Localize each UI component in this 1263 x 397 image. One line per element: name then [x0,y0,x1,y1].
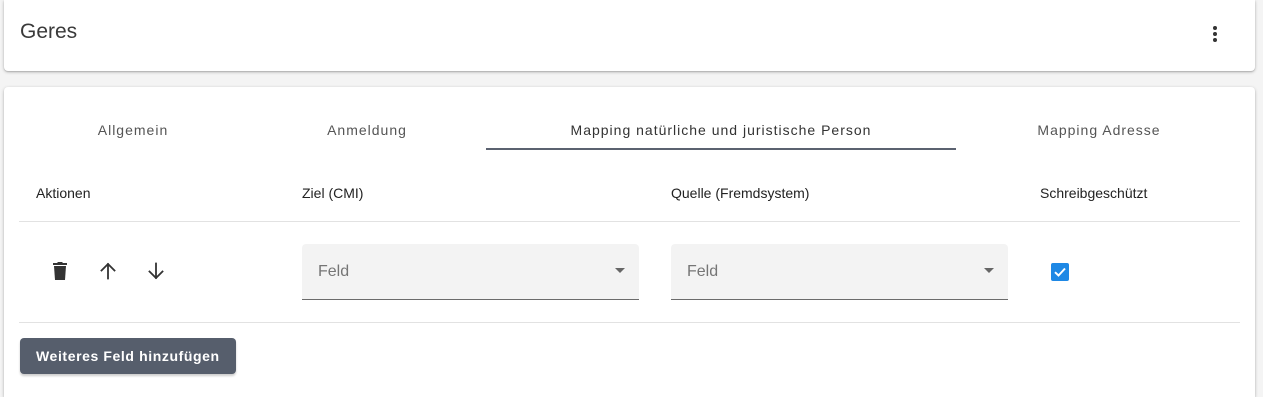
active-tab-indicator [486,148,956,150]
arrow-down-icon [148,262,164,280]
column-header-readonly: Schreibgeschützt [1040,185,1148,201]
column-header-target: Ziel (CMI) [302,185,364,201]
main-card: Allgemein Anmeldung Mapping natürliche u… [4,87,1255,397]
target-field-select[interactable]: Feld [302,244,639,300]
dropdown-arrow-icon [984,268,994,273]
tab-mapping-person[interactable]: Mapping natürliche und juristische Perso… [486,109,956,151]
checkmark-icon [1054,267,1066,277]
tab-anmeldung[interactable]: Anmeldung [246,109,488,151]
add-field-button[interactable]: Weiteres Feld hinzufügen [20,338,236,374]
header-card: Geres [4,0,1255,71]
table-header-divider [19,221,1240,222]
delete-icon [53,262,67,280]
tab-label: Mapping natürliche und juristische Perso… [570,122,872,138]
delete-button[interactable] [48,259,72,283]
source-field-select[interactable]: Feld [671,244,1008,300]
dropdown-arrow-icon [615,268,625,273]
column-header-actions: Aktionen [36,185,91,201]
column-header-source: Quelle (Fremdsystem) [671,185,810,201]
arrow-up-icon [100,262,116,280]
move-down-button[interactable] [144,259,168,283]
page-title: Geres [20,20,78,43]
move-up-button[interactable] [96,259,120,283]
select-placeholder: Feld [687,263,719,280]
more-vertical-icon [1213,26,1217,42]
tab-label: Mapping Adresse [1037,122,1161,138]
readonly-checkbox[interactable] [1051,263,1069,281]
select-placeholder: Feld [318,263,350,280]
table-row-divider [19,322,1240,323]
tab-label: Allgemein [97,122,169,138]
more-options-button[interactable] [1197,16,1233,52]
tab-label: Anmeldung [327,122,407,138]
tab-allgemein[interactable]: Allgemein [20,109,246,151]
tab-mapping-adresse[interactable]: Mapping Adresse [956,109,1242,151]
